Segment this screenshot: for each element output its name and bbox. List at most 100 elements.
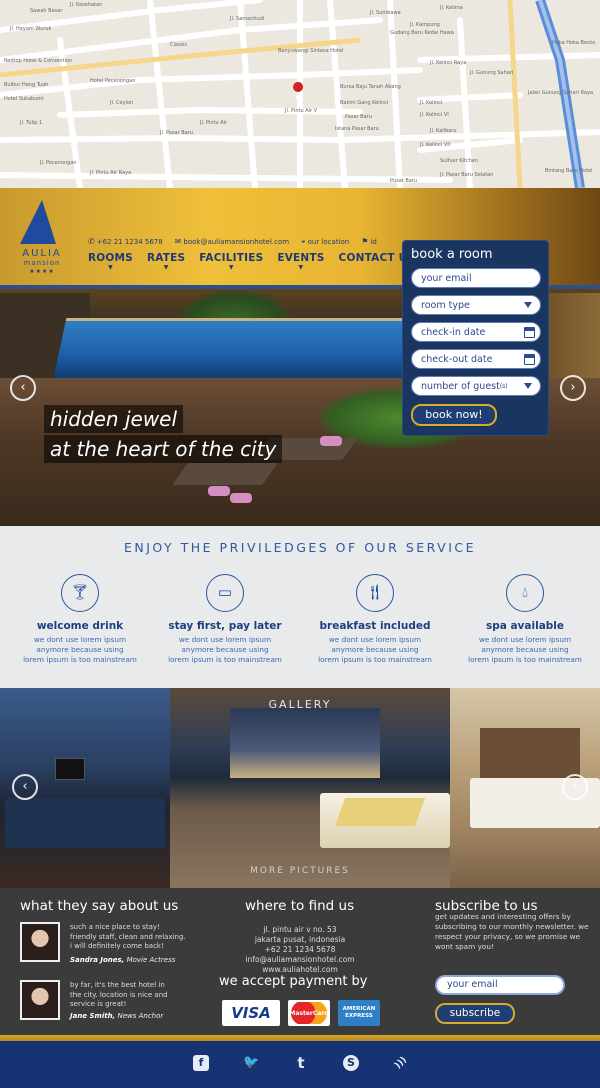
- hero-cushion: [230, 493, 252, 503]
- service-spa: 💧︎ spa available we dont use lorem ipsum…: [450, 574, 600, 665]
- brand-sub: mansion: [23, 259, 61, 267]
- map-label: Jl. Kelima: [440, 5, 463, 11]
- booking-email-input[interactable]: your email: [411, 268, 541, 288]
- caret-down-icon: ▼: [298, 264, 304, 271]
- address-block: jl. pintu air v no. 53 jakarta pusat, in…: [220, 925, 380, 975]
- nav-events[interactable]: EVENTS ▼: [277, 252, 324, 271]
- tumblr-icon[interactable]: t: [293, 1055, 309, 1071]
- map-label: Classic: [170, 42, 188, 48]
- location-pin-icon: ⌖: [301, 237, 306, 246]
- map-label: Jl. Sumbawa: [370, 10, 401, 16]
- nav-label: ROOMS: [88, 252, 133, 264]
- sofa-shape: [5, 798, 165, 848]
- service-desc: we dont use lorem ipsum anymore because u…: [5, 635, 155, 665]
- visa-card-icon: VISA: [222, 1000, 280, 1026]
- booking-email-placeholder: your email: [421, 272, 472, 284]
- service-stay-first: ▭ stay first, pay later we dont use lore…: [150, 574, 300, 665]
- map-label: Jl. Kampung: [410, 22, 440, 28]
- avatar: [20, 922, 60, 962]
- nav-facilities[interactable]: FACILITIES ▼: [199, 252, 263, 271]
- map-label: Hoka Hoka Bento: [552, 40, 596, 46]
- email-link[interactable]: ✉ book@auliamansionhotel.com: [175, 237, 289, 249]
- skype-icon[interactable]: S: [343, 1055, 359, 1071]
- map-label: Jl. Pintu Air: [200, 120, 228, 126]
- map-label: Hotel Sukabumi: [4, 96, 44, 102]
- map-label: Sulfuer Kitchen: [440, 158, 479, 164]
- testimonial-line: friendly staff, clean and relaxing.: [70, 932, 186, 941]
- main-nav: ROOMS ▼ RATES ▼ FACILITIES ▼ EVENTS ▼ CONTAC…: [88, 252, 415, 271]
- email-line[interactable]: info@auliamansionhotel.com: [220, 955, 380, 965]
- payment-methods: VISA MasterCard AMERICAN EXPRESS: [222, 1000, 380, 1026]
- service-desc-line: we dont use lorem ipsum: [478, 635, 572, 644]
- map-roads: [0, 0, 600, 188]
- nav-rates[interactable]: RATES ▼: [147, 252, 185, 271]
- service-desc-line: anymore because using: [481, 645, 569, 654]
- more-pictures-link[interactable]: MORE PICTURES: [0, 866, 600, 876]
- checkout-date-input[interactable]: check-out date: [411, 349, 541, 369]
- dropdown-arrow-icon: [524, 302, 532, 308]
- room-type-select[interactable]: room type: [411, 295, 541, 315]
- service-desc: we dont use lorem ipsum anymore because u…: [450, 635, 600, 665]
- contact-bar: ✆ +62 21 1234 5678 ✉ book@auliamansionhote…: [88, 237, 377, 249]
- subscribe-email-input[interactable]: your email: [435, 975, 565, 995]
- service-desc-line: lorem ipsum is too mainstream: [23, 655, 137, 664]
- map-label: Redtop Hotel & Convention: [4, 58, 73, 64]
- booking-panel: book a room your email room type check-i…: [402, 240, 549, 436]
- service-desc-line: lorem ipsum is too mainstream: [168, 655, 282, 664]
- map-label: Jl. Kelinci: [420, 100, 443, 106]
- service-breakfast: 🍴︎ breakfast included we dont use lorem …: [300, 574, 450, 665]
- map-label: Jl. Pasar Baru: [160, 130, 193, 136]
- phone-link[interactable]: ✆ +62 21 1234 5678: [88, 237, 163, 249]
- map-label: Jl. Kelinci VII: [420, 142, 451, 148]
- mastercard-icon: MasterCard: [288, 1000, 330, 1026]
- service-desc: we dont use lorem ipsum anymore because u…: [300, 635, 450, 665]
- map-label: Jl. Kesehatan: [70, 2, 103, 8]
- visa-label: VISA: [231, 1004, 271, 1022]
- book-now-button[interactable]: book now!: [411, 404, 497, 426]
- nav-label: EVENTS: [277, 252, 325, 264]
- twitter-icon[interactable]: 🐦: [243, 1055, 259, 1071]
- testimonial-line: i will definitely come back!: [70, 942, 164, 950]
- service-title: breakfast included: [319, 620, 431, 632]
- facebook-icon[interactable]: f: [193, 1055, 209, 1071]
- hero-pool: [53, 318, 427, 378]
- guest-count-suffix: (s): [499, 382, 508, 390]
- gallery-next-arrow-icon[interactable]: ›: [562, 774, 588, 800]
- tv-shape: [55, 758, 85, 780]
- map-label: Bursa Baju Tanah Abang: [340, 84, 401, 90]
- service-title: welcome drink: [36, 620, 124, 632]
- avatar: [20, 980, 60, 1020]
- testimonial-1: such a nice place to stay! friendly staf…: [70, 923, 200, 965]
- map-label: Jl. Pasar Baru Selatan: [440, 172, 494, 178]
- phone-text: +62 21 1234 5678: [96, 238, 163, 246]
- location-link[interactable]: ⌖ our location: [301, 237, 349, 249]
- map-label: Bintang Baru Hotel: [545, 168, 593, 174]
- map-label: Jl. Ceylon: [110, 100, 134, 106]
- guest-count-value: number of guest: [421, 380, 500, 392]
- hero-cushion: [208, 486, 230, 496]
- subscribe-button[interactable]: subscribe: [435, 1003, 515, 1024]
- calendar-icon[interactable]: [524, 354, 535, 365]
- testimonial-role: News Anchor: [117, 1011, 164, 1020]
- hero-next-arrow-icon[interactable]: ›: [560, 375, 586, 401]
- map-label: Jl. Kalibaru: [430, 128, 457, 134]
- services-heading: ENJOY THE PRIVILEDGES OF OUR SERVICE: [123, 540, 477, 555]
- mail-icon: ✉: [174, 237, 182, 246]
- gallery-photo[interactable]: [170, 688, 450, 888]
- hero-prev-arrow-icon[interactable]: ‹: [10, 375, 36, 401]
- email-text: book@auliamansionhotel.com: [183, 238, 290, 246]
- language-toggle[interactable]: ⚑ id: [361, 237, 377, 249]
- nav-rooms[interactable]: ROOMS ▼: [88, 252, 133, 271]
- map-label: Jl. Pintu Air V: [285, 108, 318, 114]
- brand-logo[interactable]: AULIA mansion ★★★★: [16, 198, 68, 278]
- calendar-icon[interactable]: [524, 327, 535, 338]
- subscribe-text: get updates and interesting offers by su…: [435, 912, 589, 951]
- checkin-date-input[interactable]: check-in date: [411, 322, 541, 342]
- tagline-line-2: at the heart of the city: [44, 435, 283, 463]
- rss-icon[interactable]: ))): [390, 1052, 413, 1075]
- amex-card-icon: AMERICAN EXPRESS: [338, 1000, 380, 1026]
- gallery-prev-arrow-icon[interactable]: ‹: [12, 774, 38, 800]
- map-label: Jl. Pintu Air Raya: [90, 170, 132, 176]
- guest-count-select[interactable]: number of guest (s): [411, 376, 541, 396]
- location-map[interactable]: Sawah Besar Jl. Kesehatan Jl. Hayam Wuru…: [0, 0, 600, 188]
